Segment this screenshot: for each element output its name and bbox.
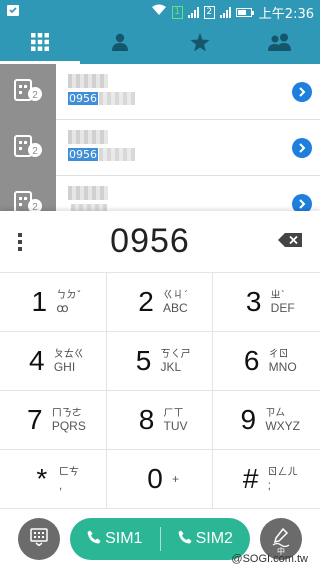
contact-details-button[interactable]	[284, 64, 320, 119]
more-options-icon[interactable]	[0, 232, 40, 251]
wifi-icon	[151, 4, 167, 20]
tab-favorites[interactable]	[160, 24, 240, 64]
battery-icon	[235, 7, 254, 17]
key-8[interactable]: 8 ㄏㄒ TUV	[106, 391, 214, 450]
contact-name-redacted	[68, 186, 108, 200]
backspace-button[interactable]	[260, 232, 320, 251]
contact-number-redacted	[99, 92, 135, 105]
keypad: 1 ㄅㄉˇ ꝏ 2 ㄍㄐˊ ABC 3 ㄓˋ DEF 4 ㄆㄊㄍ GHI 5 ㄎㄑㄕ JKL 6 ㄔㄖ…	[0, 273, 320, 509]
dialpad-grid-icon	[31, 33, 49, 55]
key-6[interactable]: 6 ㄔㄖ MNO	[213, 332, 320, 391]
key-7[interactable]: 7 ㄇㄋㄜ PQRS	[0, 391, 107, 450]
sim2-contact-icon: 2	[13, 133, 43, 163]
status-bar: 1 2 上午2:36	[0, 0, 320, 24]
key-3[interactable]: 3 ㄓˋ DEF	[213, 273, 320, 332]
key-4[interactable]: 4 ㄆㄊㄍ GHI	[0, 332, 107, 391]
notification-clipboard-icon	[6, 3, 20, 21]
call-sim2-button[interactable]: SIM2	[161, 530, 251, 549]
contact-number-match: 0956	[68, 92, 98, 105]
dialer-panel: 0956 1 ㄅㄉˇ ꝏ 2 ㄍㄐˊ ABC 3 ㄓˋ DEF 4 ㄆㄊㄍ GHI 5 ㄎㄑㄕ JK…	[0, 211, 320, 569]
key-star[interactable]: * ㄈㄘ,	[0, 450, 107, 509]
contact-suggestion-row[interactable]: 2	[0, 176, 320, 214]
svg-text:2: 2	[32, 90, 38, 101]
call-button-group: SIM1 SIM2	[70, 518, 250, 560]
chevron-right-icon	[292, 137, 312, 158]
tab-dialpad[interactable]	[0, 24, 80, 64]
clock-time: 上午2:36	[258, 6, 314, 22]
chevron-right-icon	[292, 81, 312, 102]
key-0[interactable]: 0 +	[106, 450, 214, 509]
backspace-icon	[278, 232, 302, 251]
contact-number-match: 0956	[68, 148, 98, 161]
sim2-signal-icon	[219, 6, 231, 18]
tab-groups[interactable]	[240, 24, 320, 64]
number-input-row: 0956	[0, 211, 320, 273]
person-icon	[111, 33, 129, 55]
tab-contacts[interactable]	[80, 24, 160, 64]
sim1-badge: 1	[171, 5, 183, 19]
key-1[interactable]: 1 ㄅㄉˇ ꝏ	[0, 273, 107, 332]
key-hash[interactable]: # ㄖㄥㄦ;	[213, 450, 320, 509]
contact-avatar: 2	[0, 64, 56, 120]
sim1-signal-icon	[187, 6, 199, 18]
watermark-text: @SOGI.com.tw	[231, 553, 308, 565]
contact-suggestion-list: 2 0956 2 0956 2	[0, 64, 320, 214]
contact-name-redacted	[68, 74, 108, 88]
svg-text:2: 2	[32, 146, 38, 157]
contact-avatar: 2	[0, 120, 56, 176]
contact-details-button[interactable]	[284, 176, 320, 214]
star-icon	[190, 32, 210, 56]
hide-keypad-button[interactable]	[18, 518, 60, 560]
contact-avatar: 2	[0, 176, 56, 214]
contact-name-redacted	[68, 130, 108, 144]
phone-icon	[87, 530, 101, 549]
phone-icon	[178, 530, 192, 549]
sim2-contact-icon: 2	[13, 77, 43, 107]
contact-suggestion-row[interactable]: 2 0956	[0, 64, 320, 120]
dialed-number[interactable]: 0956	[40, 222, 260, 261]
contact-number-redacted	[99, 148, 135, 161]
key-2[interactable]: 2 ㄍㄐˊ ABC	[106, 273, 214, 332]
key-5[interactable]: 5 ㄎㄑㄕ JKL	[106, 332, 214, 391]
sim2-badge: 2	[203, 5, 215, 19]
contact-suggestion-row[interactable]: 2 0956	[0, 120, 320, 176]
contact-details-button[interactable]	[284, 120, 320, 175]
call-sim1-button[interactable]: SIM1	[70, 530, 160, 549]
key-9[interactable]: 9 ㄗㄙ WXYZ	[213, 391, 320, 450]
voicemail-icon: ꝏ	[56, 301, 69, 315]
keypad-toggle-icon	[30, 528, 48, 550]
group-icon	[267, 33, 293, 55]
tab-bar	[0, 24, 320, 64]
